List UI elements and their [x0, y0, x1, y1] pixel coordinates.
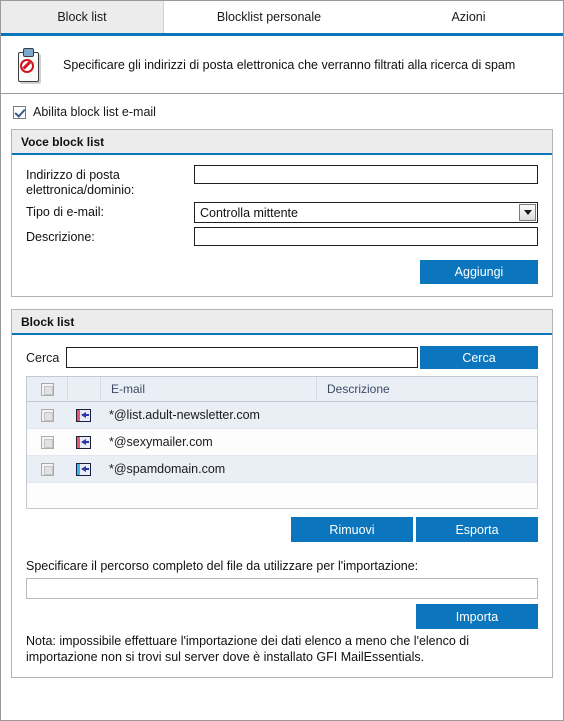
row-icon-cell: [67, 408, 99, 422]
blocklist-panel: Block list Cerca Cerca E-mail Descrizion…: [11, 309, 553, 678]
table-row[interactable]: *@list.adult-newsletter.com: [27, 402, 537, 429]
table-empty-area: [27, 483, 537, 508]
blocklist-settings-page: Block list Blocklist personale Azioni Sp…: [0, 0, 564, 721]
select-all-cell[interactable]: [27, 377, 68, 401]
chevron-down-icon[interactable]: [519, 204, 536, 221]
email-type-label: Tipo di e-mail:: [26, 205, 105, 219]
row-icon-cell: [67, 435, 99, 449]
description-column-header[interactable]: Descrizione: [317, 377, 537, 401]
row-checkbox[interactable]: [40, 462, 54, 476]
import-path-input[interactable]: [26, 578, 538, 599]
address-label: Indirizzo di posta elettronica/dominio:: [26, 168, 135, 197]
blocklist-entry-panel: Voce block list Indirizzo di posta elett…: [11, 129, 553, 297]
table-actions: Rimuovi Esporta: [26, 517, 538, 542]
table-row[interactable]: *@sexymailer.com: [27, 429, 537, 456]
table-header-row: E-mail Descrizione: [27, 376, 537, 402]
email-column-header-label: E-mail: [111, 382, 146, 396]
email-column-header[interactable]: E-mail: [101, 377, 317, 401]
tab-actions[interactable]: Azioni: [374, 1, 563, 33]
select-all-checkbox[interactable]: [40, 382, 54, 396]
enable-blocklist-row[interactable]: Abilita block list e-mail: [1, 94, 563, 129]
address-field-row: Indirizzo di posta elettronica/dominio:: [26, 165, 538, 198]
address-input[interactable]: [194, 165, 538, 184]
tab-personal-blocklist[interactable]: Blocklist personale: [164, 1, 374, 33]
tab-bar: Block list Blocklist personale Azioni: [1, 1, 563, 36]
description-field-row: Descrizione:: [26, 227, 538, 246]
remove-button[interactable]: Rimuovi: [291, 517, 413, 542]
import-note: Nota: impossibile effettuare l'importazi…: [26, 634, 469, 664]
clipboard-block-icon: [15, 47, 41, 82]
row-select-cell[interactable]: [27, 408, 67, 422]
row-select-cell[interactable]: [27, 462, 67, 476]
search-row: Cerca Cerca: [26, 346, 538, 369]
block-sender-icon: [75, 435, 91, 449]
import-button[interactable]: Importa: [416, 604, 538, 629]
tab-block-list-label: Block list: [57, 10, 107, 24]
email-type-field-row: Tipo di e-mail: Controlla mittente: [26, 202, 538, 223]
description-column-header-label: Descrizione: [327, 382, 390, 396]
import-path-label: Specificare il percorso completo del fil…: [26, 559, 419, 573]
email-type-selected-value: Controlla mittente: [200, 205, 298, 220]
entry-actions: Aggiungi: [26, 260, 538, 284]
description-input[interactable]: [194, 227, 538, 246]
import-actions: Importa: [26, 604, 538, 629]
blocklist-entry-panel-title: Voce block list: [12, 130, 552, 155]
search-label: Cerca: [26, 350, 60, 365]
tab-personal-blocklist-label: Blocklist personale: [216, 10, 322, 24]
search-button[interactable]: Cerca: [420, 346, 538, 369]
page-banner: Specificare gli indirizzi di posta elett…: [1, 36, 563, 94]
block-sender-icon: [75, 408, 91, 422]
row-email: *@spamdomain.com: [109, 462, 226, 476]
tab-actions-label: Azioni: [451, 10, 486, 24]
add-button[interactable]: Aggiungi: [420, 260, 538, 284]
export-button[interactable]: Esporta: [416, 517, 538, 542]
block-domain-icon: [75, 462, 91, 476]
row-icon-cell: [67, 462, 99, 476]
blocklist-entry-form: Indirizzo di posta elettronica/dominio: …: [12, 155, 552, 296]
row-checkbox[interactable]: [40, 408, 54, 422]
row-select-cell[interactable]: [27, 435, 67, 449]
enable-blocklist-label: Abilita block list e-mail: [33, 105, 156, 119]
blocklist-table: E-mail Descrizione *@list.adult-newslett…: [26, 376, 538, 509]
row-email: *@list.adult-newsletter.com: [109, 408, 260, 422]
blocklist-panel-title: Block list: [12, 310, 552, 335]
enable-blocklist-checkbox[interactable]: [13, 105, 26, 119]
email-type-select[interactable]: Controlla mittente: [194, 202, 538, 223]
banner-description: Specificare gli indirizzi di posta elett…: [63, 57, 516, 72]
row-checkbox[interactable]: [40, 435, 54, 449]
tab-block-list[interactable]: Block list: [1, 1, 164, 33]
description-label: Descrizione:: [26, 230, 95, 244]
search-input[interactable]: [66, 347, 418, 368]
icon-column-header: [68, 377, 101, 401]
row-email: *@sexymailer.com: [109, 435, 213, 449]
table-row[interactable]: *@spamdomain.com: [27, 456, 537, 483]
